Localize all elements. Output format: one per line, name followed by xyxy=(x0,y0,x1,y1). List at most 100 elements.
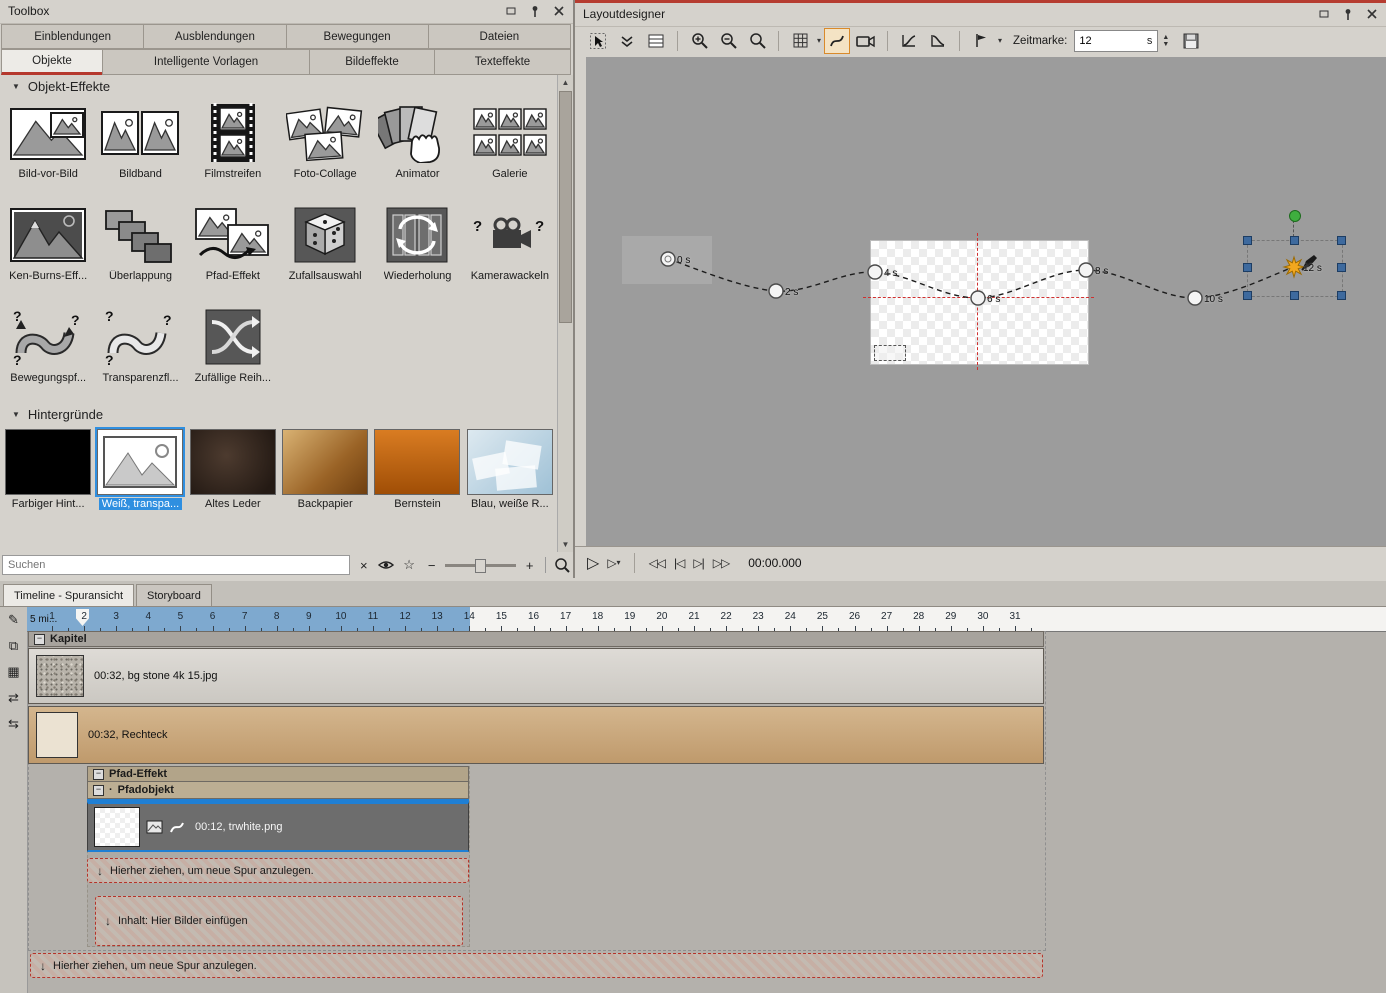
zoom-minus-icon[interactable]: − xyxy=(423,556,441,574)
spin-up-icon[interactable]: ▲ xyxy=(1162,34,1169,41)
dropzone-bottom[interactable]: ↓ Hierher ziehen, um neue Spur anzulegen… xyxy=(30,953,1043,978)
play-icon[interactable]: ▷ xyxy=(587,553,598,573)
toolbox-item-kamerawackeln[interactable]: ??Kamerawackeln xyxy=(464,199,556,301)
eye-icon[interactable] xyxy=(378,556,396,574)
toolbox-item-ken-burns-eff[interactable]: Ken-Burns-Eff... xyxy=(2,199,94,301)
timeline-tab-timeline-spuransicht[interactable]: Timeline - Spuransicht xyxy=(3,584,134,606)
dropzone-content[interactable]: ↓ Inhalt: Hier Bilder einfügen xyxy=(95,896,463,946)
toolbox-item-bildband[interactable]: Bildband xyxy=(94,97,186,199)
step-back-icon[interactable]: |◁ xyxy=(674,556,684,570)
toolbox-tab-intelligente-vorlagen[interactable]: Intelligente Vorlagen xyxy=(102,49,310,75)
dropzone-new-track[interactable]: ↓ Hierher ziehen, um neue Spur anzulegen… xyxy=(87,858,469,883)
zeitmarke-input[interactable] xyxy=(1075,35,1147,47)
favorites-star-icon[interactable]: ☆ xyxy=(400,556,418,574)
swap-icon[interactable]: ⇄ xyxy=(0,685,27,711)
camera-icon[interactable] xyxy=(853,28,879,54)
track-background-image[interactable]: 00:32, bg stone 4k 15.jpg xyxy=(28,648,1044,704)
step-forward-icon[interactable]: ▷| xyxy=(693,556,703,570)
selection-handle[interactable] xyxy=(1337,236,1346,245)
toolbox-item-blau-weiße-r[interactable]: Blau, weiße R... xyxy=(464,425,556,525)
zeitmarke-spinner[interactable]: ▲▼ xyxy=(1162,34,1169,48)
toolbox-item-zufällige-reih[interactable]: Zufällige Reih... xyxy=(187,301,279,403)
search-input[interactable] xyxy=(2,555,350,575)
dropdown-caret-icon[interactable]: ▾ xyxy=(817,36,821,45)
path-point[interactable] xyxy=(971,291,985,305)
layout-canvas[interactable]: 0 s2 s4 s6 s8 s10 s12 s xyxy=(586,57,1386,547)
toolbox-item-weiß-transpa[interactable]: Weiß, transpa... xyxy=(94,425,186,525)
toolbox-item-altes-leder[interactable]: Altes Leder xyxy=(187,425,279,525)
chapter-header[interactable]: − Kapitel xyxy=(28,631,1044,647)
dropdown-caret-icon[interactable]: ▾ xyxy=(617,558,620,567)
section-header-hintergruende[interactable]: ▼ Hintergründe xyxy=(0,403,558,425)
selection-handle[interactable] xyxy=(1243,236,1252,245)
selection-handle[interactable] xyxy=(1243,291,1252,300)
selection-handle[interactable] xyxy=(1290,236,1299,245)
zoom-out-icon[interactable] xyxy=(715,28,741,54)
fade-in-curve-icon[interactable] xyxy=(896,28,922,54)
restore-icon[interactable] xyxy=(503,3,519,19)
pin-icon[interactable] xyxy=(527,3,543,19)
grid-icon[interactable] xyxy=(787,28,813,54)
duplicate-icon[interactable]: ⧉ xyxy=(0,633,27,659)
toolbox-titlebar[interactable]: Toolbox xyxy=(0,0,573,24)
path-point[interactable] xyxy=(769,284,783,298)
curve-tool-icon[interactable] xyxy=(824,28,850,54)
dropdown-caret-icon[interactable]: ▾ xyxy=(998,36,1002,45)
path-object-header[interactable]: − · Pfadobjekt xyxy=(87,782,469,799)
scroll-down-icon[interactable]: ▼ xyxy=(558,537,573,552)
path-effect-header[interactable]: − Pfad-Effekt xyxy=(87,766,469,782)
toolbox-item-bernstein[interactable]: Bernstein xyxy=(371,425,463,525)
path-image-item[interactable]: 00:12, trwhite.png xyxy=(87,802,469,852)
toolbox-item-animator[interactable]: Animator xyxy=(371,97,463,199)
timeline-ruler[interactable]: 5 mi... 12345678910111213141516171819202… xyxy=(27,607,1386,632)
collapse-chapter-icon[interactable]: − xyxy=(34,634,45,645)
selection-handle[interactable] xyxy=(1290,291,1299,300)
toolbox-scrollbar[interactable]: ▲ ▼ xyxy=(557,75,573,552)
collapse-group-icon[interactable]: − xyxy=(93,769,104,780)
selection-handle[interactable] xyxy=(1337,291,1346,300)
toolbox-item-zufallsauswahl[interactable]: Zufallsauswahl xyxy=(279,199,371,301)
rows-icon[interactable] xyxy=(643,28,669,54)
edit-icon[interactable]: ✎ xyxy=(0,607,27,633)
toolbox-item-farbiger-hint[interactable]: Farbiger Hint... xyxy=(2,425,94,525)
close-icon[interactable] xyxy=(551,3,567,19)
toolbox-item-bild-vor-bild[interactable]: Bild-vor-Bild xyxy=(2,97,94,199)
zoom-in-icon[interactable] xyxy=(686,28,712,54)
track-rectangle[interactable]: 00:32, Rechteck xyxy=(28,706,1044,764)
zoom-fit-icon[interactable] xyxy=(744,28,770,54)
pin-icon[interactable] xyxy=(1340,6,1356,22)
toolbox-item-überlappung[interactable]: Überlappung xyxy=(94,199,186,301)
toolbox-tab-objekte[interactable]: Objekte xyxy=(1,49,103,75)
toolbox-item-backpapier[interactable]: Backpapier xyxy=(279,425,371,525)
toolbox-item-pfad-effekt[interactable]: Pfad-Effekt xyxy=(187,199,279,301)
toolbox-item-galerie[interactable]: Galerie xyxy=(464,97,556,199)
rotation-handle[interactable] xyxy=(1289,210,1301,222)
scroll-up-icon[interactable]: ▲ xyxy=(558,75,573,90)
chevron-double-down-icon[interactable] xyxy=(614,28,640,54)
skip-end-icon[interactable]: ▷▷ xyxy=(713,556,729,570)
scrollbar-thumb[interactable] xyxy=(559,91,572,323)
path-point[interactable] xyxy=(1188,291,1202,305)
path-point[interactable] xyxy=(1079,263,1093,277)
save-icon[interactable] xyxy=(1178,28,1204,54)
spin-down-icon[interactable]: ▼ xyxy=(1162,41,1169,48)
selection-handle[interactable] xyxy=(1337,263,1346,272)
section-header-objekt-effekte[interactable]: ▼ Objekt-Effekte xyxy=(0,75,558,97)
restore-icon[interactable] xyxy=(1316,6,1332,22)
preview-magnifier-icon[interactable] xyxy=(553,556,571,574)
toolbox-item-wiederholung[interactable]: Wiederholung xyxy=(371,199,463,301)
toolbox-tab-bildeffekte[interactable]: Bildeffekte xyxy=(309,49,435,75)
toolbox-tab-dateien[interactable]: Dateien xyxy=(428,24,571,49)
toolbox-item-foto-collage[interactable]: Foto-Collage xyxy=(279,97,371,199)
collapse-subgroup-icon[interactable]: − xyxy=(93,785,104,796)
fade-out-curve-icon[interactable] xyxy=(925,28,951,54)
insert-icon[interactable]: ▦ xyxy=(0,659,27,685)
selection-handle[interactable] xyxy=(1243,263,1252,272)
play-from-timemark-icon[interactable]: ▷▾ xyxy=(607,556,619,570)
toolbox-tab-einblendungen[interactable]: Einblendungen xyxy=(1,24,144,49)
path-point[interactable] xyxy=(868,265,882,279)
close-icon[interactable] xyxy=(1364,6,1380,22)
skip-start-icon[interactable]: ◁◁ xyxy=(649,556,665,570)
toolbox-tab-texteffekte[interactable]: Texteffekte xyxy=(434,49,571,75)
zoom-plus-icon[interactable]: + xyxy=(521,556,539,574)
